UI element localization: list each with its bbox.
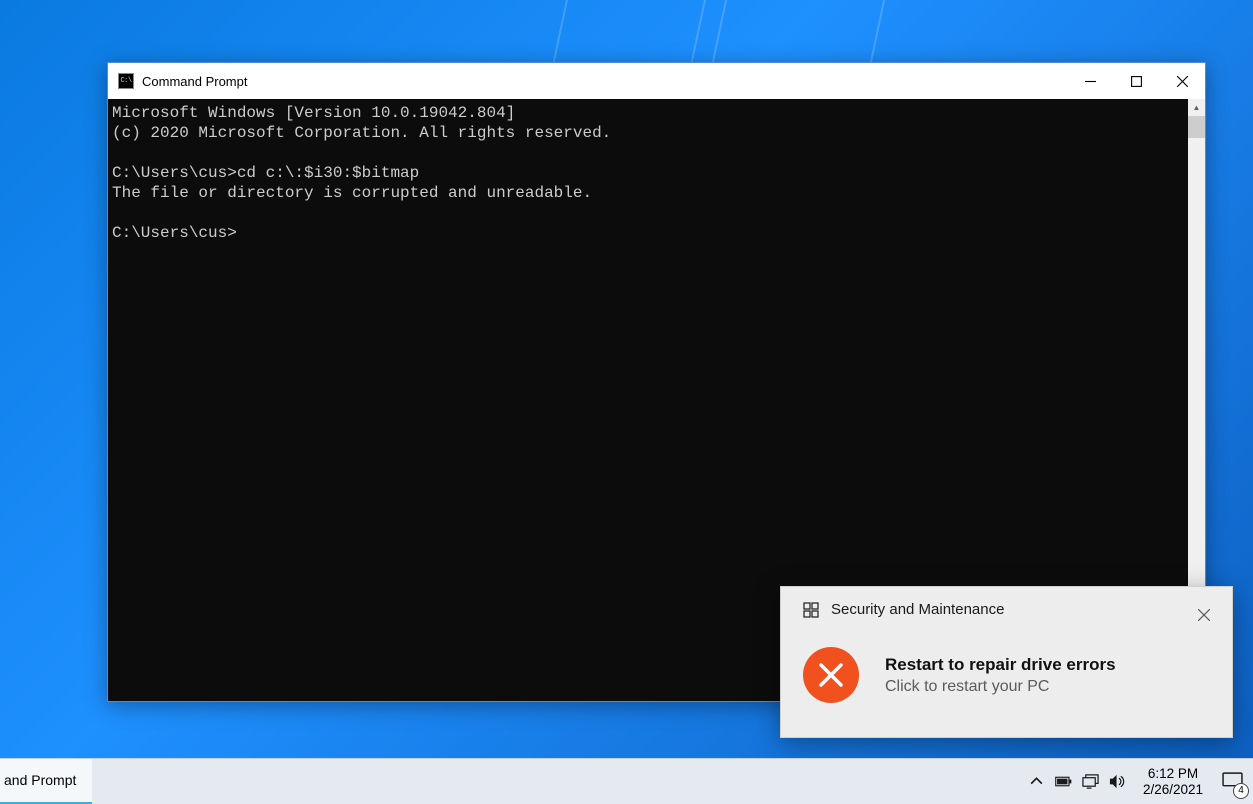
toast-source: Security and Maintenance: [831, 601, 1004, 618]
minimize-button[interactable]: [1067, 63, 1113, 99]
maximize-button[interactable]: [1113, 63, 1159, 99]
toast-subtitle: Click to restart your PC: [885, 678, 1116, 696]
toast-close-button[interactable]: [1190, 601, 1218, 629]
scroll-up-arrow-icon[interactable]: ▲: [1188, 99, 1205, 116]
window-title: Command Prompt: [142, 74, 247, 89]
error-icon: [803, 647, 859, 703]
toast-header: Security and Maintenance: [803, 601, 1004, 618]
taskbar-item-label: and Prompt: [4, 772, 76, 788]
command-prompt-icon: C:\: [118, 73, 134, 89]
taskbar-clock[interactable]: 6:12 PM 2/26/2021: [1135, 766, 1211, 798]
terminal-line: Microsoft Windows [Version 10.0.19042.80…: [112, 104, 515, 122]
battery-icon[interactable]: [1055, 773, 1073, 791]
clock-date: 2/26/2021: [1143, 782, 1203, 798]
tray-chevron-up-icon[interactable]: [1028, 773, 1046, 791]
close-button[interactable]: [1159, 63, 1205, 99]
notification-count-badge: 4: [1233, 783, 1249, 799]
scroll-thumb[interactable]: [1188, 116, 1205, 138]
taskbar: and Prompt 6:12 PM 2/26/2021: [0, 758, 1253, 804]
taskbar-item-command-prompt[interactable]: and Prompt: [0, 759, 92, 804]
terminal-line: (c) 2020 Microsoft Corporation. All righ…: [112, 124, 611, 142]
clock-time: 6:12 PM: [1143, 766, 1203, 782]
terminal-line: C:\Users\cus>cd c:\:$i30:$bitmap: [112, 164, 419, 182]
vm-display-icon[interactable]: [1082, 773, 1100, 791]
action-center-button[interactable]: 4: [1211, 759, 1253, 804]
system-tray: [1020, 759, 1135, 804]
security-maintenance-icon: [803, 602, 819, 618]
toast-title: Restart to repair drive errors: [885, 655, 1116, 675]
notification-toast[interactable]: Security and Maintenance Restart to repa…: [780, 586, 1233, 738]
terminal-line: C:\Users\cus>: [112, 224, 237, 242]
volume-icon[interactable]: [1109, 773, 1127, 791]
command-prompt-titlebar[interactable]: C:\ Command Prompt: [108, 63, 1205, 99]
terminal-line: The file or directory is corrupted and u…: [112, 184, 592, 202]
